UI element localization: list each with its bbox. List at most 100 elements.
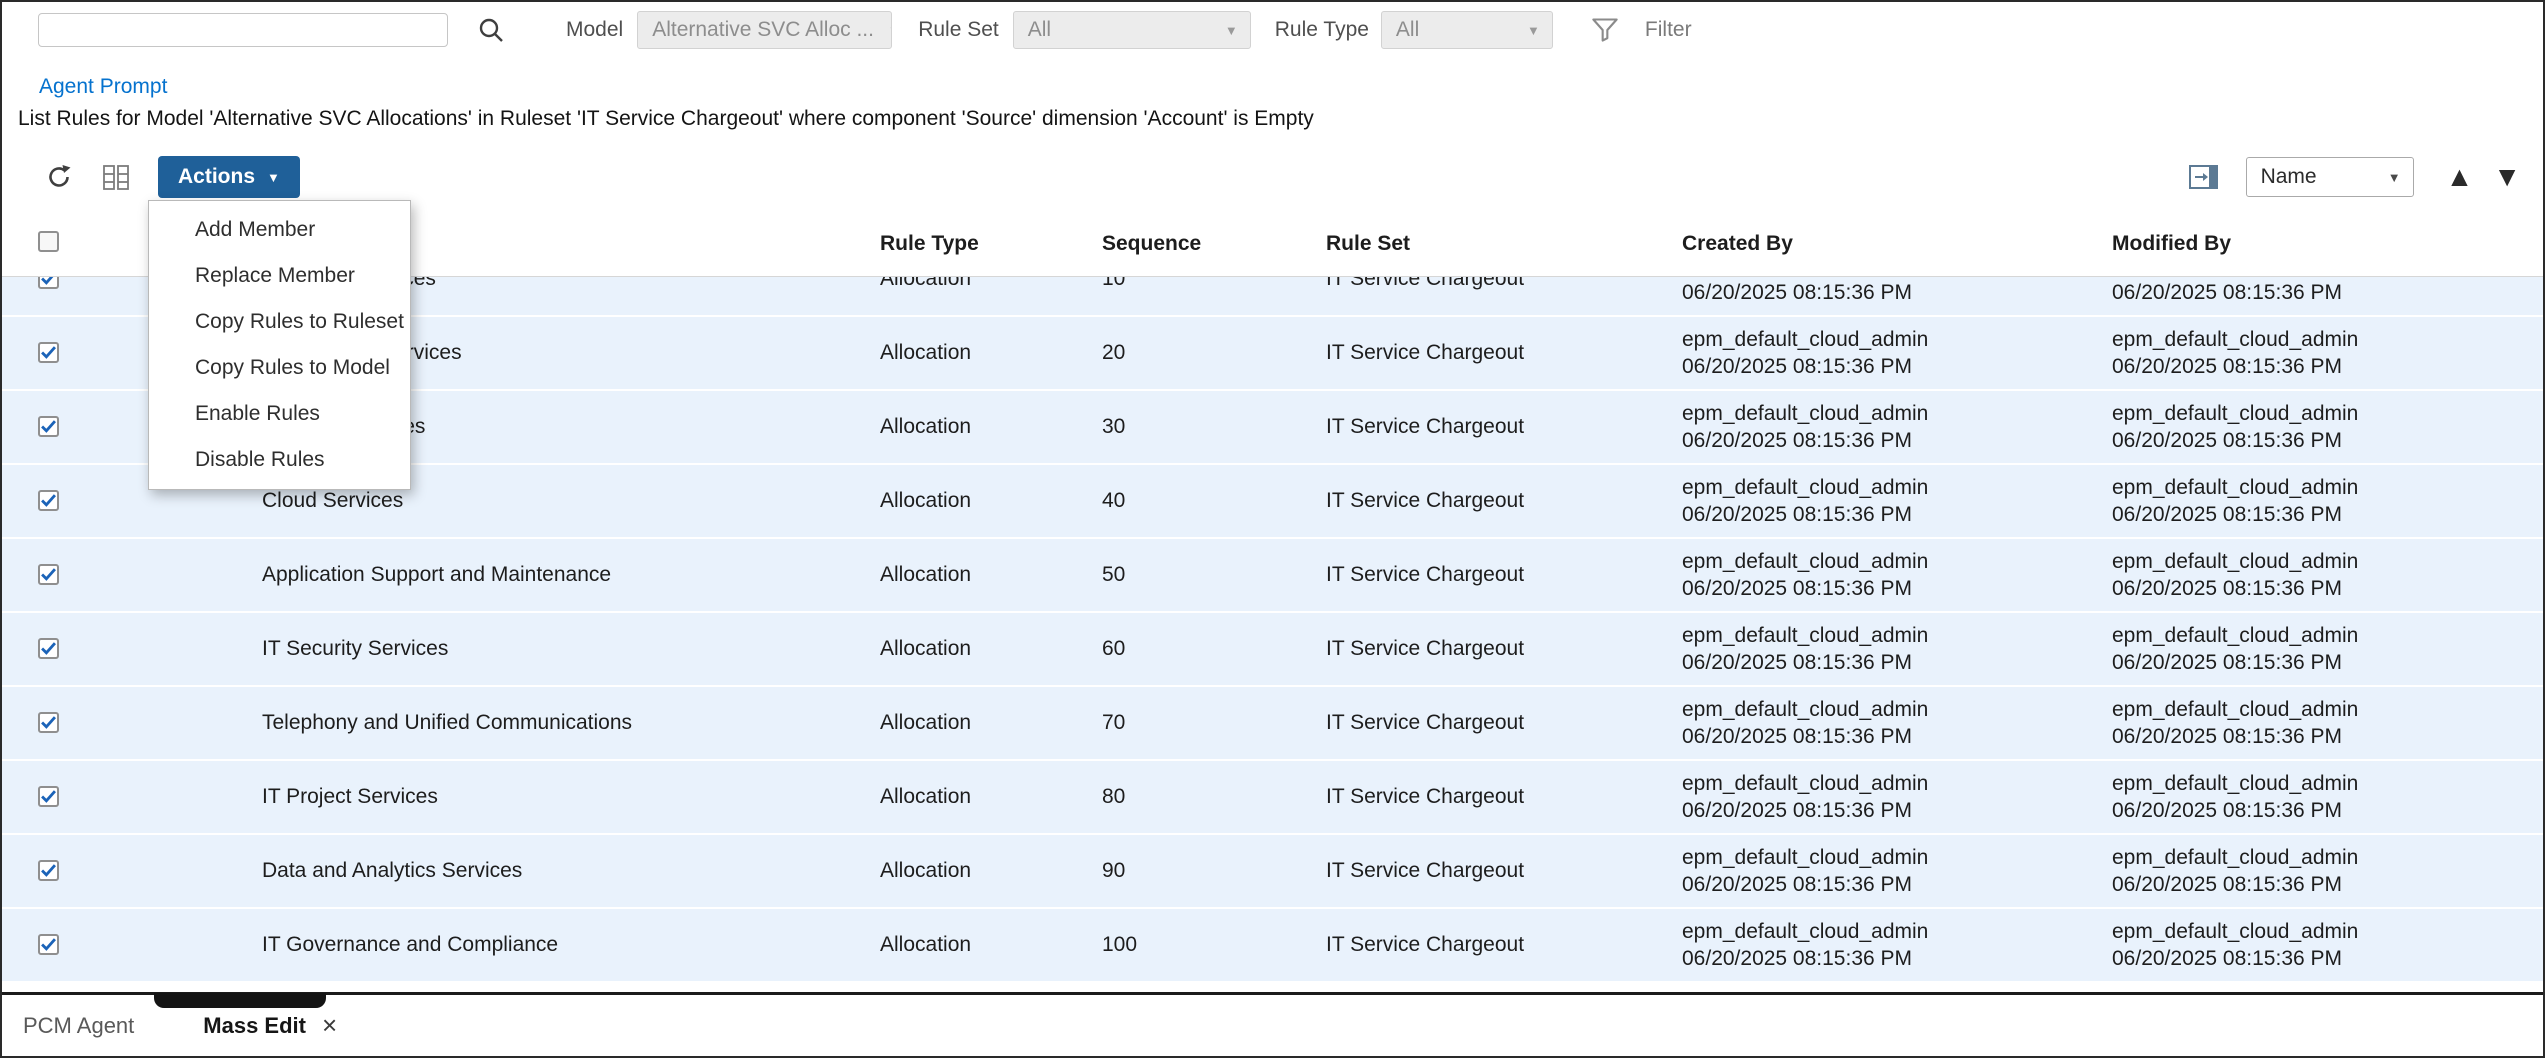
created-by: epm_default_cloud_admin06/20/2025 08:15:… xyxy=(1682,400,2112,454)
rule-sequence: 10 xyxy=(1102,277,1326,291)
menu-item-copy-rules-to-ruleset[interactable]: Copy Rules to Ruleset xyxy=(149,299,410,345)
rule-set-select[interactable]: All ▼ xyxy=(1013,11,1251,49)
select-all-checkbox[interactable] xyxy=(38,231,59,252)
search-icon[interactable] xyxy=(476,15,506,45)
menu-item-add-member[interactable]: Add Member xyxy=(149,207,410,253)
row-checkbox-checked[interactable] xyxy=(38,342,59,363)
created-by: epm_default_cloud_admin06/20/2025 08:15:… xyxy=(1682,474,2112,528)
rule-type-select[interactable]: All ▼ xyxy=(1381,11,1553,49)
rule-sequence: 100 xyxy=(1102,933,1326,957)
close-tab-icon[interactable]: × xyxy=(322,1010,337,1041)
rule-set-select-value: All xyxy=(1028,18,1051,42)
chevron-down-icon: ▼ xyxy=(1527,23,1540,38)
chevron-down-icon: ▼ xyxy=(2388,170,2401,185)
detach-icon[interactable] xyxy=(2188,163,2220,191)
modified-by: epm_default_cloud_admin06/20/2025 08:15:… xyxy=(2112,918,2543,972)
rule-type: Allocation xyxy=(880,711,1102,735)
rule-sequence: 30 xyxy=(1102,415,1326,439)
actions-button[interactable]: Actions ▼ xyxy=(158,156,300,198)
rule-sequence: 20 xyxy=(1102,341,1326,365)
rule-name: Cloud Services xyxy=(262,489,880,513)
menu-item-replace-member[interactable]: Replace Member xyxy=(149,253,410,299)
agent-prompt-section: Agent Prompt List Rules for Model 'Alter… xyxy=(2,58,2543,142)
menu-item-enable-rules[interactable]: Enable Rules xyxy=(149,391,410,437)
row-checkbox-checked[interactable] xyxy=(38,564,59,585)
column-header-rule-set[interactable]: Rule Set xyxy=(1326,232,1682,256)
actions-menu: Add MemberReplace MemberCopy Rules to Ru… xyxy=(148,200,411,490)
mass-edit-page: Model Alternative SVC Alloc ... ▼ Rule S… xyxy=(0,0,2545,1058)
rule-name: IT Governance and Compliance xyxy=(262,933,880,957)
table-row[interactable]: Telephony and Unified Communications All… xyxy=(2,687,2543,761)
model-select[interactable]: Alternative SVC Alloc ... ▼ xyxy=(637,11,892,49)
rule-set: IT Service Chargeout xyxy=(1326,711,1682,735)
menu-item-copy-rules-to-model[interactable]: Copy Rules to Model xyxy=(149,345,410,391)
table-row[interactable]: Data and Analytics Services Allocation 9… xyxy=(2,835,2543,909)
top-bar: Model Alternative SVC Alloc ... ▼ Rule S… xyxy=(2,2,2543,58)
table-row[interactable]: IT Project Services Allocation 80 IT Ser… xyxy=(2,761,2543,835)
model-select-value: Alternative SVC Alloc ... xyxy=(652,18,874,42)
rule-set: IT Service Chargeout xyxy=(1326,341,1682,365)
rule-type: Allocation xyxy=(880,933,1102,957)
rule-sequence: 60 xyxy=(1102,637,1326,661)
rule-type: Allocation xyxy=(880,563,1102,587)
row-checkbox-checked[interactable] xyxy=(38,712,59,733)
rule-name: IT Security Services xyxy=(262,637,880,661)
tab-mass-edit-label: Mass Edit xyxy=(203,1013,306,1039)
table-row[interactable]: Application Support and Maintenance Allo… xyxy=(2,539,2543,613)
row-checkbox-checked[interactable] xyxy=(38,786,59,807)
created-by: epm_default_cloud_admin06/20/2025 08:15:… xyxy=(1682,622,2112,676)
filter-icon[interactable] xyxy=(1591,17,1619,43)
rule-set: IT Service Chargeout xyxy=(1326,415,1682,439)
table-columns-icon[interactable] xyxy=(102,164,130,191)
row-checkbox-checked[interactable] xyxy=(38,934,59,955)
sort-descending-icon[interactable]: ▼ xyxy=(2493,163,2521,191)
modified-by: epm_default_cloud_admin06/20/2025 08:15:… xyxy=(2112,400,2543,454)
created-by: epm_default_cloud_admin06/20/2025 08:15:… xyxy=(1682,277,2112,306)
modified-by: epm_default_cloud_admin06/20/2025 08:15:… xyxy=(2112,326,2543,380)
table-row[interactable]: IT Security Services Allocation 60 IT Se… xyxy=(2,613,2543,687)
row-checkbox-checked[interactable] xyxy=(38,860,59,881)
rule-type: Allocation xyxy=(880,785,1102,809)
row-checkbox-checked[interactable] xyxy=(38,277,59,289)
rule-name: Application Support and Maintenance xyxy=(262,563,880,587)
rule-type: Allocation xyxy=(880,341,1102,365)
modified-by: epm_default_cloud_admin06/20/2025 08:15:… xyxy=(2112,548,2543,602)
chevron-down-icon: ▼ xyxy=(267,170,280,185)
refresh-icon[interactable] xyxy=(44,162,74,192)
row-checkbox-checked[interactable] xyxy=(38,638,59,659)
table-row[interactable]: IT Governance and Compliance Allocation … xyxy=(2,909,2543,983)
rule-set: IT Service Chargeout xyxy=(1326,277,1682,291)
rule-name: IT Project Services xyxy=(262,785,880,809)
column-header-rule-type[interactable]: Rule Type xyxy=(880,232,1102,256)
column-header-created-by[interactable]: Created By xyxy=(1682,232,2112,256)
tab-mass-edit[interactable]: Mass Edit × xyxy=(203,1010,337,1041)
rule-sequence: 70 xyxy=(1102,711,1326,735)
rule-type-label: Rule Type xyxy=(1275,18,1369,42)
modified-by: epm_default_cloud_admin06/20/2025 08:15:… xyxy=(2112,622,2543,676)
rule-type: Allocation xyxy=(880,859,1102,883)
row-checkbox-checked[interactable] xyxy=(38,416,59,437)
created-by: epm_default_cloud_admin06/20/2025 08:15:… xyxy=(1682,326,2112,380)
sort-field-select-value: Name xyxy=(2261,165,2317,189)
modified-by: epm_default_cloud_admin06/20/2025 08:15:… xyxy=(2112,844,2543,898)
created-by: epm_default_cloud_admin06/20/2025 08:15:… xyxy=(1682,548,2112,602)
rule-name: Data and Analytics Services xyxy=(262,859,880,883)
chevron-down-icon: ▼ xyxy=(1225,23,1238,38)
menu-item-disable-rules[interactable]: Disable Rules xyxy=(149,437,410,483)
sort-field-select[interactable]: Name ▼ xyxy=(2246,157,2414,197)
search-box xyxy=(38,13,448,47)
actions-button-label: Actions xyxy=(178,165,255,189)
rule-type: Allocation xyxy=(880,637,1102,661)
filter-label: Filter xyxy=(1645,18,1692,42)
tab-pcm-agent[interactable]: PCM Agent xyxy=(23,1013,134,1039)
search-input[interactable] xyxy=(39,14,447,46)
agent-prompt-link[interactable]: Agent Prompt xyxy=(39,72,167,102)
rule-sequence: 80 xyxy=(1102,785,1326,809)
column-header-modified-by[interactable]: Modified By xyxy=(2112,232,2543,256)
row-checkbox-checked[interactable] xyxy=(38,490,59,511)
agent-prompt-text: List Rules for Model 'Alternative SVC Al… xyxy=(18,102,2543,136)
sort-ascending-icon[interactable]: ▲ xyxy=(2446,163,2474,191)
modified-by: epm_default_cloud_admin06/20/2025 08:15:… xyxy=(2112,474,2543,528)
rule-set: IT Service Chargeout xyxy=(1326,489,1682,513)
column-header-sequence[interactable]: Sequence xyxy=(1102,232,1326,256)
